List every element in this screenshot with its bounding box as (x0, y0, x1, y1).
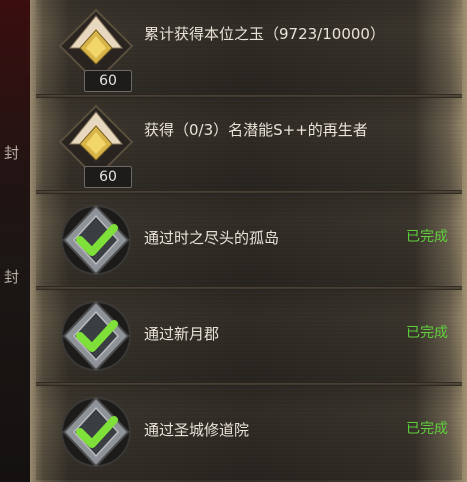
task-description: 获得（0/3）名潜能S++的再生者 (144, 121, 368, 139)
level-label: 60 (84, 70, 132, 92)
gold-chevron-badge-icon: 60 (56, 104, 136, 188)
task-description: 通过新月郡 (144, 325, 220, 343)
task-description: 累计获得本位之玉（9723/10000） (144, 25, 385, 43)
side-label: 封 (4, 268, 20, 286)
green-check-badge-icon (56, 392, 136, 472)
task-row[interactable]: 通过圣城修道院 已完成 (36, 384, 462, 480)
task-description: 通过圣城修道院 (144, 421, 250, 439)
task-row[interactable]: 通过时之尽头的孤岛 已完成 (36, 192, 462, 290)
status-completed: 已完成 (406, 325, 448, 341)
status-completed: 已完成 (406, 229, 448, 245)
green-check-badge-icon (56, 296, 136, 376)
task-description: 通过时之尽头的孤岛 (144, 229, 280, 247)
level-label: 60 (84, 166, 132, 188)
status-completed: 已完成 (406, 421, 448, 437)
task-row[interactable]: 60 累计获得本位之玉（9723/10000） (36, 0, 462, 98)
side-label: 封 (4, 144, 20, 162)
task-row[interactable]: 通过新月郡 已完成 (36, 288, 462, 386)
task-row[interactable]: 60 获得（0/3）名潜能S++的再生者 (36, 96, 462, 194)
gold-chevron-badge-icon: 60 (56, 8, 136, 92)
green-check-badge-icon (56, 200, 136, 280)
